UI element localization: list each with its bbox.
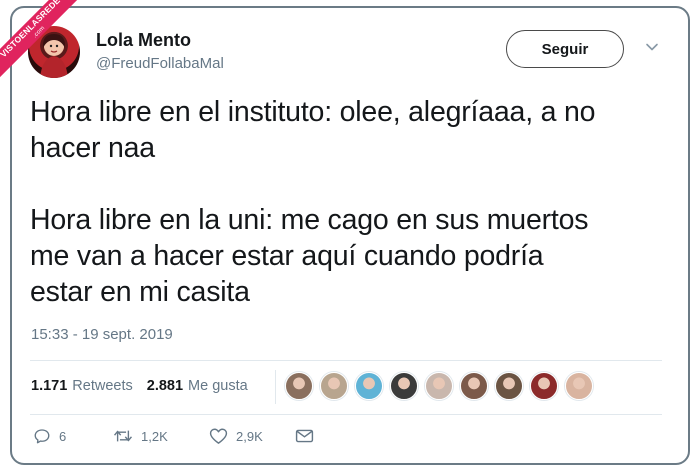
liker-avatar[interactable] <box>565 372 593 400</box>
action-bar: 6 1,2K 2,9K <box>33 427 314 445</box>
liker-avatar[interactable] <box>390 372 418 400</box>
liker-avatars <box>285 372 593 400</box>
retweets-stat[interactable]: 1.171 Retweets <box>31 378 133 394</box>
liker-avatar[interactable] <box>285 372 313 400</box>
chevron-down-icon[interactable] <box>645 40 659 54</box>
retweet-icon <box>113 430 133 442</box>
heart-icon <box>209 428 228 444</box>
envelope-icon <box>295 429 314 443</box>
stats-separator <box>275 370 276 404</box>
reply-count: 6 <box>59 428 67 444</box>
divider-top <box>30 360 662 361</box>
likes-stat[interactable]: 2.881 Me gusta <box>147 378 248 394</box>
liker-avatar[interactable] <box>320 372 348 400</box>
liker-avatar[interactable] <box>495 372 523 400</box>
liker-avatar[interactable] <box>355 372 383 400</box>
avatar[interactable] <box>28 26 80 78</box>
message-button[interactable] <box>295 428 314 444</box>
liker-avatar[interactable] <box>425 372 453 400</box>
likes-label: Me gusta <box>188 378 248 394</box>
reply-button[interactable]: 6 <box>33 427 113 445</box>
reply-icon <box>34 429 50 444</box>
follow-button[interactable]: Seguir <box>506 30 624 68</box>
retweet-button[interactable]: 1,2K <box>113 427 209 445</box>
likes-count: 2.881 <box>146 378 184 394</box>
retweets-label: Retweets <box>72 378 133 394</box>
liker-avatar[interactable] <box>460 372 488 400</box>
like-count: 2,9K <box>236 428 263 444</box>
engagement-stats: 1.171 Retweets 2.881 Me gusta <box>31 378 248 394</box>
retweets-count: 1.171 <box>31 378 68 394</box>
author-handle[interactable]: @FreudFollabaMal <box>96 55 224 72</box>
tweet-text: Hora libre en el instituto: olee, alegrí… <box>30 96 596 308</box>
retweet-count: 1,2K <box>141 428 168 444</box>
liker-avatar[interactable] <box>530 372 558 400</box>
author-name[interactable]: Lola Mento <box>96 30 191 51</box>
divider-bottom <box>30 414 662 415</box>
tweet-timestamp[interactable]: 15:33 - 19 sept. 2019 <box>31 326 173 343</box>
like-button[interactable]: 2,9K <box>209 427 295 445</box>
